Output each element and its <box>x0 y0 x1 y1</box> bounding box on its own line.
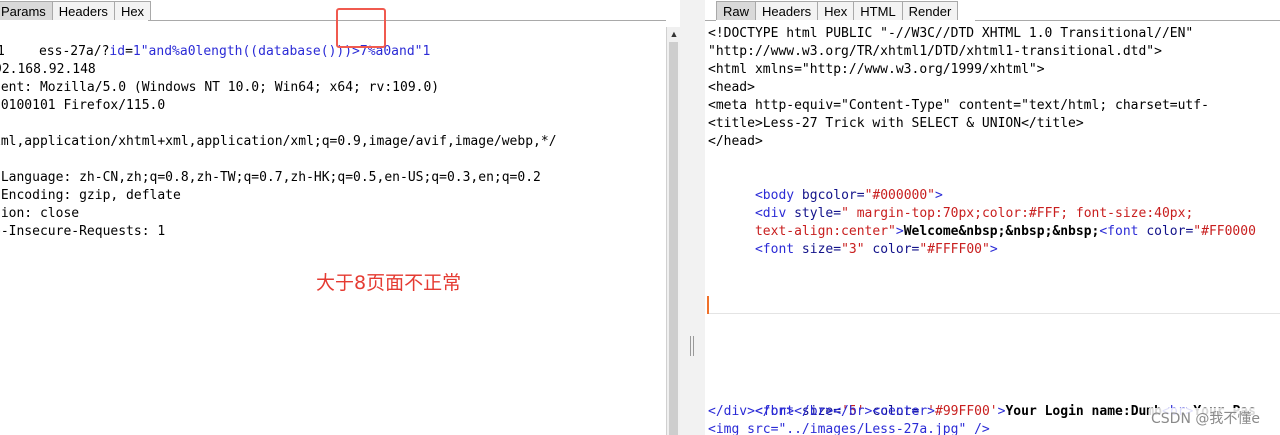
text-caret <box>707 296 709 314</box>
attr-value: "#FF0000 <box>1193 224 1256 239</box>
pane-splitter[interactable] <box>680 0 705 435</box>
tag: <font <box>754 242 795 257</box>
text: Your Login name:Dumb <box>1005 404 1163 419</box>
highlight-box <box>336 8 386 48</box>
code-line: <head> <box>708 80 755 95</box>
header-line: gent: Mozilla/5.0 (Windows NT 10.0; Win6… <box>0 80 440 95</box>
attr: color= <box>864 242 920 257</box>
attr: size= <box>794 242 842 257</box>
tab-hex[interactable]: Hex <box>113 1 152 20</box>
tab-headers[interactable]: Headers <box>755 1 819 20</box>
tab-render[interactable]: Render <box>901 1 959 20</box>
tab-headers[interactable]: Headers <box>51 1 115 20</box>
code-line-div: <div style=" margin-top:70px;color:#FFF;… <box>708 187 1193 221</box>
header-line: xml,application/xhtml+xml,application/xm… <box>0 134 557 149</box>
code-line: <img src="../images/Less-27a.jpg" /> <box>708 422 990 435</box>
code-line: <!DOCTYPE html PUBLIC "-//W3C//DTD XHTML… <box>708 26 1194 41</box>
header-line: e-Insecure-Requests: 1 <box>0 224 166 239</box>
code-line-welcome: text-align:center">Welcome&nbsp;&nbsp;&n… <box>708 205 1256 239</box>
splitter-grip-icon[interactable] <box>690 336 694 356</box>
scroll-thumb[interactable] <box>669 42 678 435</box>
request-editor[interactable]: ess-27a/?id=1"and%a0length((database()))… <box>0 21 666 435</box>
response-pane: Raw Headers Hex HTML Render <!DOCTYPE ht… <box>705 0 1280 435</box>
code-line: </div></br></br></br><center> <box>708 404 935 419</box>
header-line: tion: close <box>0 206 80 221</box>
header-line: -Language: zh-CN,zh;q=0.8,zh-TW;q=0.7,zh… <box>0 170 541 185</box>
code-line: <title>Less-27 Trick with SELECT & UNION… <box>708 116 1084 131</box>
tag: > <box>989 242 998 257</box>
request-tab-bar: Params Headers Hex <box>0 0 152 20</box>
watermark: CSDN @我不懂e <box>1149 408 1262 428</box>
request-scrollbar[interactable]: ▲ <box>666 27 680 435</box>
request-pane: Params Headers Hex ess-27a/?id=1"and%a0l… <box>0 0 666 435</box>
header-line: 20100101 Firefox/115.0 <box>0 98 166 113</box>
code-line: <html xmlns="http://www.w3.org/1999/xhtm… <box>708 62 1045 77</box>
header-line: 8 <box>0 151 1 169</box>
tab-hex[interactable]: Hex <box>817 1 855 20</box>
param-equals: = <box>125 44 133 59</box>
header-line: -Encoding: gzip, deflate <box>0 188 181 203</box>
response-tab-bar: Raw Headers Hex HTML Render <box>716 0 959 20</box>
response-editor[interactable]: <!DOCTYPE html PUBLIC "-//W3C//DTD XHTML… <box>705 21 1280 435</box>
attr-value: "3" <box>841 242 865 257</box>
current-line-underline <box>709 313 1280 314</box>
attr: color= <box>1138 224 1194 239</box>
code-line: <meta http-equiv="Content-Type" content=… <box>708 98 1209 113</box>
code-line: </head> <box>708 134 763 149</box>
scroll-up-arrow-icon[interactable]: ▲ <box>667 27 681 41</box>
code-line-font: <font size="3" color="#FFFF00"> <box>708 223 998 257</box>
param-name: id <box>109 44 126 59</box>
tab-params[interactable]: Params <box>0 1 53 20</box>
header-line: 92.168.92.148 <box>0 62 96 77</box>
annotation-note: 大于8页面不正常 <box>316 272 462 294</box>
attr-value: "#FFFF00" <box>919 242 990 257</box>
header-line: 1 <box>0 44 5 59</box>
code-line: "http://www.w3.org/TR/xhtml1/DTD/xhtml1-… <box>708 44 1162 59</box>
code-line-login: <font size='5' color= '#99FF00'>Your Log… <box>708 385 1256 419</box>
code-line-body: <body bgcolor="#000000"> <box>708 169 943 203</box>
tab-html[interactable]: HTML <box>853 1 903 20</box>
request-path: ess-27a/? <box>38 44 110 59</box>
tab-raw[interactable]: Raw <box>716 1 757 20</box>
tag: <font <box>1099 224 1139 239</box>
